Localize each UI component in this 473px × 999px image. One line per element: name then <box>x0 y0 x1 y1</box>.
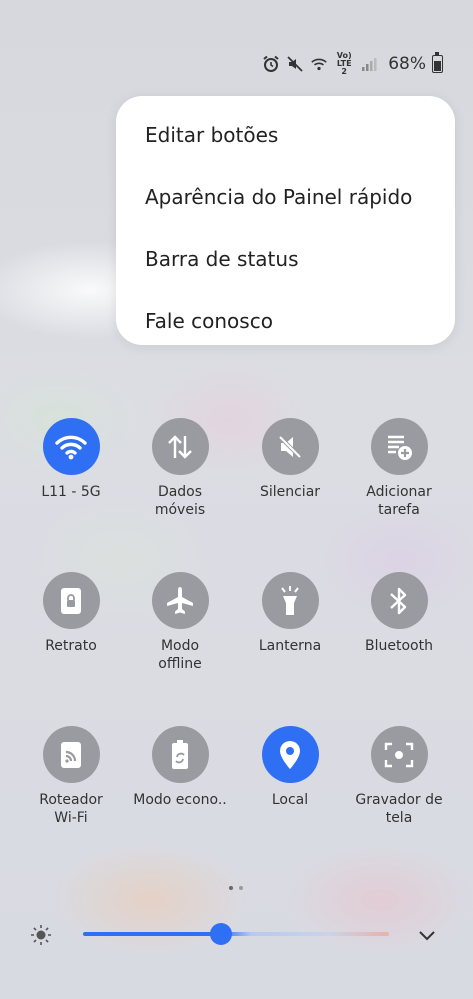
tile-location[interactable]: Local <box>235 726 345 809</box>
status-bar: Vo) LTE2 68% <box>262 52 443 76</box>
tile-mobile-data[interactable]: Dados móveis <box>125 418 235 519</box>
battery-icon <box>432 52 443 73</box>
tile-label: Gravador de tela <box>355 792 443 826</box>
portrait-lock-icon <box>61 587 81 614</box>
flashlight-icon <box>281 585 299 615</box>
mute-icon <box>278 435 302 458</box>
screen-recorder-icon <box>384 742 414 767</box>
mobile-data-icon <box>168 434 192 459</box>
tile-label: Modo econo.. <box>133 792 227 808</box>
mute-toggle[interactable] <box>261 418 319 475</box>
flashlight-toggle[interactable] <box>261 572 319 629</box>
wifi-icon <box>55 435 87 459</box>
tile-label: Adicionar tarefa <box>366 484 432 518</box>
tile-label: Local <box>271 792 309 808</box>
menu-item-edit-buttons[interactable]: Editar botões <box>116 104 455 166</box>
tile-bluetooth[interactable]: Bluetooth <box>344 572 454 655</box>
alarm-icon <box>262 55 280 73</box>
tile-add-task[interactable]: Adicionar tarefa <box>344 418 454 519</box>
menu-item-contact-us[interactable]: Fale conosco <box>116 290 455 352</box>
page-dot-active <box>229 886 233 890</box>
bluetooth-toggle[interactable] <box>370 572 428 629</box>
tile-mute[interactable]: Silenciar <box>235 418 345 501</box>
power-saving-toggle[interactable] <box>151 726 209 783</box>
page-dot <box>239 886 243 890</box>
tile-hotspot[interactable]: Roteador Wi-Fi <box>16 726 126 827</box>
options-menu: Editar botões Aparência do Painel rápido… <box>116 96 455 345</box>
airplane-icon <box>167 586 193 614</box>
tile-label: Roteador Wi-Fi <box>39 792 103 826</box>
mute-icon <box>286 55 304 73</box>
wifi-icon <box>310 55 328 73</box>
hotspot-toggle[interactable] <box>42 726 100 783</box>
tile-screen-recorder[interactable]: Gravador de tela <box>344 726 454 827</box>
tile-label: Dados móveis <box>154 484 206 518</box>
screen-recorder-toggle[interactable] <box>370 726 428 783</box>
bluetooth-icon <box>390 587 407 614</box>
wifi-toggle[interactable] <box>42 418 100 475</box>
hotspot-icon <box>61 741 81 768</box>
lte-icon: Vo) LTE2 <box>334 51 354 76</box>
tile-label: Bluetooth <box>365 638 433 654</box>
tile-power-saving[interactable]: Modo econo.. <box>125 726 235 809</box>
mobile-data-toggle[interactable] <box>151 418 209 475</box>
brightness-icon <box>30 924 52 950</box>
tile-label: Retrato <box>45 638 97 654</box>
offline-toggle[interactable] <box>151 572 209 629</box>
battery-percent: 68% <box>388 54 426 74</box>
brightness-slider[interactable] <box>83 932 389 936</box>
add-task-toggle[interactable] <box>370 418 428 475</box>
menu-item-panel-appearance[interactable]: Aparência do Painel rápido <box>116 166 455 228</box>
add-task-icon <box>388 435 412 460</box>
tile-label: Silenciar <box>259 484 321 500</box>
chevron-down-icon[interactable] <box>416 924 438 950</box>
signal-icon <box>360 55 378 73</box>
network-label: Vo) LTE2 <box>336 51 352 76</box>
portrait-toggle[interactable] <box>42 572 100 629</box>
location-toggle[interactable] <box>261 726 319 783</box>
tile-portrait[interactable]: Retrato <box>16 572 126 655</box>
location-icon <box>280 740 300 769</box>
power-saving-icon <box>172 739 188 769</box>
tile-flashlight[interactable]: Lanterna <box>235 572 345 655</box>
brightness-slider-thumb[interactable] <box>209 923 232 945</box>
tile-label: Modo offline <box>158 638 202 672</box>
menu-item-status-bar[interactable]: Barra de status <box>116 228 455 290</box>
tile-offline[interactable]: Modo offline <box>125 572 235 673</box>
tile-label: Lanterna <box>258 638 322 654</box>
tile-wifi[interactable]: L11 - 5G <box>16 418 126 501</box>
page-indicator <box>229 886 243 890</box>
tile-label: L11 - 5G <box>41 484 101 500</box>
